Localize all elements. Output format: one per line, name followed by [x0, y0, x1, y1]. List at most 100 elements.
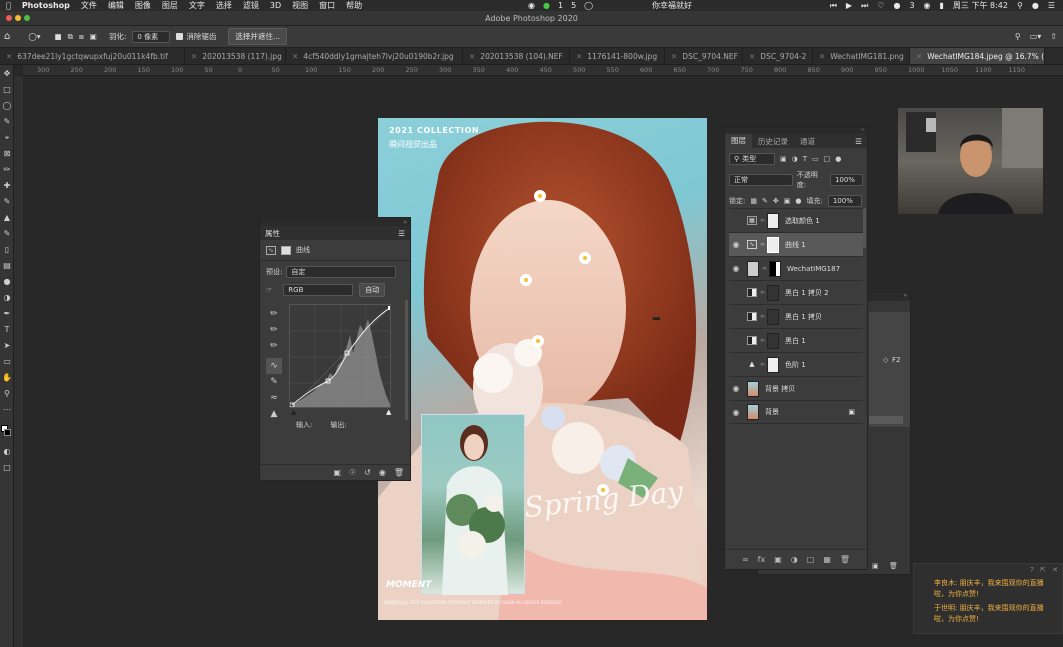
lock-artboard-icon[interactable]: ▣	[784, 197, 791, 205]
curves-adjust-icon[interactable]: ∿	[266, 245, 276, 255]
lock-position-icon[interactable]: ✥	[773, 197, 779, 205]
layer-name[interactable]: 色阶 1	[785, 360, 806, 370]
home-icon[interactable]: ⌂	[4, 31, 10, 42]
battery-icon[interactable]: ▮	[940, 1, 944, 10]
close-icon[interactable]: ✕	[191, 52, 197, 61]
doc-tab[interactable]: ✕ WechatIMG181.png	[813, 48, 910, 64]
quick-mask-icon[interactable]: ◐	[2, 447, 12, 457]
smooth-curve-icon[interactable]: ≈	[266, 390, 282, 406]
layer-name[interactable]: WechatIMG187	[787, 265, 840, 273]
layers-scrollbar[interactable]	[863, 208, 866, 248]
layer-row[interactable]: ▦ ∞ 选取颜色 1	[729, 208, 863, 232]
zoom-tool-icon[interactable]: ⚲	[2, 389, 12, 399]
on-image-adjust-icon[interactable]: ☞	[266, 286, 272, 294]
link-layers-icon[interactable]: ∞	[742, 555, 749, 564]
layer-row-selected[interactable]: ◉ ∿ ∞ 曲线 1	[729, 232, 863, 256]
doc-tab[interactable]: ✕ 637dee21ly1gctqwupxfuj20u011k4fb.tif	[0, 48, 185, 64]
close-icon[interactable]: ✕	[576, 52, 582, 61]
record-icon[interactable]: ◉	[528, 1, 535, 10]
edit-points-icon[interactable]: ∿	[266, 358, 282, 374]
layer-mask-thumb[interactable]	[767, 236, 779, 253]
lock-pixels-icon[interactable]: ✎	[762, 197, 768, 205]
trash-icon[interactable]: 🗑	[840, 555, 850, 564]
search-icon[interactable]: ⚲	[1017, 1, 1023, 10]
add-mask-icon[interactable]: ▣	[774, 555, 782, 564]
menu-image[interactable]: 图像	[135, 0, 151, 11]
adjust-filter-icon[interactable]: ◑	[792, 155, 798, 163]
siri-icon[interactable]: ●	[1032, 1, 1039, 10]
black-point-slider[interactable]: ▲	[291, 408, 296, 416]
wifi-icon[interactable]: ◉	[924, 1, 931, 10]
expand-icon[interactable]: ⇱	[1040, 566, 1046, 574]
move-tool-icon[interactable]: ✥	[2, 69, 12, 79]
gradient-tool-icon[interactable]: ▤	[2, 261, 12, 271]
doc-tab[interactable]: ✕ 4cf540ddly1gmajteh7lvj20u0190b2r.jpg	[286, 48, 463, 64]
eyedropper-tool-icon[interactable]: ✏	[2, 165, 12, 175]
new-selection-icon[interactable]: ■	[55, 32, 62, 41]
tray-badge-a[interactable]: 1	[558, 1, 563, 10]
close-icon[interactable]: ✕	[1052, 566, 1058, 574]
new-action-icon[interactable]: ▣	[872, 562, 879, 570]
healing-tool-icon[interactable]: ✚	[2, 181, 12, 191]
menu-3d[interactable]: 3D	[270, 1, 281, 10]
eye-icon[interactable]: ◉	[729, 264, 743, 273]
tab-history[interactable]: 历史记录	[752, 136, 794, 147]
eye-icon[interactable]: ◉	[729, 384, 743, 393]
menu-file[interactable]: 文件	[81, 0, 97, 11]
lasso-tool-icon[interactable]: ◯	[2, 101, 12, 111]
dodge-tool-icon[interactable]: ◑	[2, 293, 12, 303]
tab-layers[interactable]: 图层	[725, 134, 752, 148]
apple-icon[interactable]: 	[6, 1, 11, 10]
tray-badge-b[interactable]: 5	[571, 1, 576, 10]
doc-tab[interactable]: ✕ 202013538 (117).jpg	[185, 48, 286, 64]
tray-app-icon[interactable]: ◯	[584, 1, 593, 10]
sample-black-point-icon[interactable]: ✏	[266, 306, 282, 322]
menu-edit[interactable]: 编辑	[108, 0, 124, 11]
clip-to-layer-icon[interactable]: ▣	[333, 468, 341, 477]
frame-tool-icon[interactable]: ⊠	[2, 149, 12, 159]
close-icon[interactable]: ✕	[292, 52, 298, 61]
panel-menu-icon[interactable]: ☰	[398, 229, 405, 238]
heart-icon[interactable]: ♡	[877, 1, 884, 10]
clipping-warning-icon[interactable]: ▲	[266, 406, 282, 422]
layer-mask-thumb[interactable]	[767, 332, 779, 349]
menu-filter[interactable]: 滤镜	[243, 0, 259, 11]
layer-name[interactable]: 曲线 1	[785, 240, 806, 250]
close-icon[interactable]: ✕	[916, 52, 922, 61]
visibility-icon[interactable]: ◉	[379, 468, 386, 477]
layer-row[interactable]: ◉ 背景 拷贝	[729, 376, 863, 400]
close-icon[interactable]: ✕	[6, 52, 12, 61]
channel-select[interactable]: RGB	[283, 284, 354, 296]
brush-tool-icon[interactable]: ✎	[2, 197, 12, 207]
help-icon[interactable]: ?	[1030, 566, 1034, 574]
lock-all-icon[interactable]: ●	[795, 197, 801, 205]
quick-select-tool-icon[interactable]: ✎	[2, 117, 12, 127]
panel-menu-icon[interactable]: ☰	[855, 137, 862, 146]
layer-name[interactable]: 选取颜色 1	[785, 216, 820, 226]
close-icon[interactable]: ✕	[749, 52, 755, 61]
eraser-tool-icon[interactable]: ▯	[2, 245, 12, 255]
trash-icon[interactable]: 🗑	[394, 468, 404, 477]
sample-white-point-icon[interactable]: ✏	[266, 338, 282, 354]
menu-list-icon[interactable]: ☰	[1048, 1, 1055, 10]
draw-curve-icon[interactable]: ✎	[266, 374, 282, 390]
collapse-icon[interactable]: »	[725, 127, 867, 134]
opacity-input[interactable]: 100%	[829, 174, 863, 186]
marquee-tool-icon[interactable]: □	[2, 85, 12, 95]
layer-mask-icon[interactable]	[281, 245, 291, 255]
doc-tab[interactable]: ✕ 1176141-800w.jpg	[570, 48, 665, 64]
layer-row[interactable]: ◉ 背景 ▣	[729, 400, 863, 424]
rectangle-tool-icon[interactable]: ▭	[2, 357, 12, 367]
next-track-icon[interactable]: ⏭	[861, 1, 868, 11]
layer-name[interactable]: 背景	[765, 407, 779, 417]
stamp-tool-icon[interactable]: ▲	[2, 213, 12, 223]
smart-filter-icon[interactable]: □	[824, 155, 831, 163]
fill-input[interactable]: 100%	[827, 195, 862, 207]
screen-mode-icon[interactable]: □	[2, 463, 12, 473]
tab-channels[interactable]: 通道	[794, 136, 821, 147]
add-selection-icon[interactable]: ⧉	[68, 32, 73, 42]
layer-thumb[interactable]	[747, 380, 759, 397]
select-and-mask-button[interactable]: 选择并遮住...	[228, 28, 288, 45]
layer-filter-select[interactable]: ⚲ 类型	[729, 153, 775, 165]
share-icon[interactable]: ⇧	[1050, 32, 1057, 41]
